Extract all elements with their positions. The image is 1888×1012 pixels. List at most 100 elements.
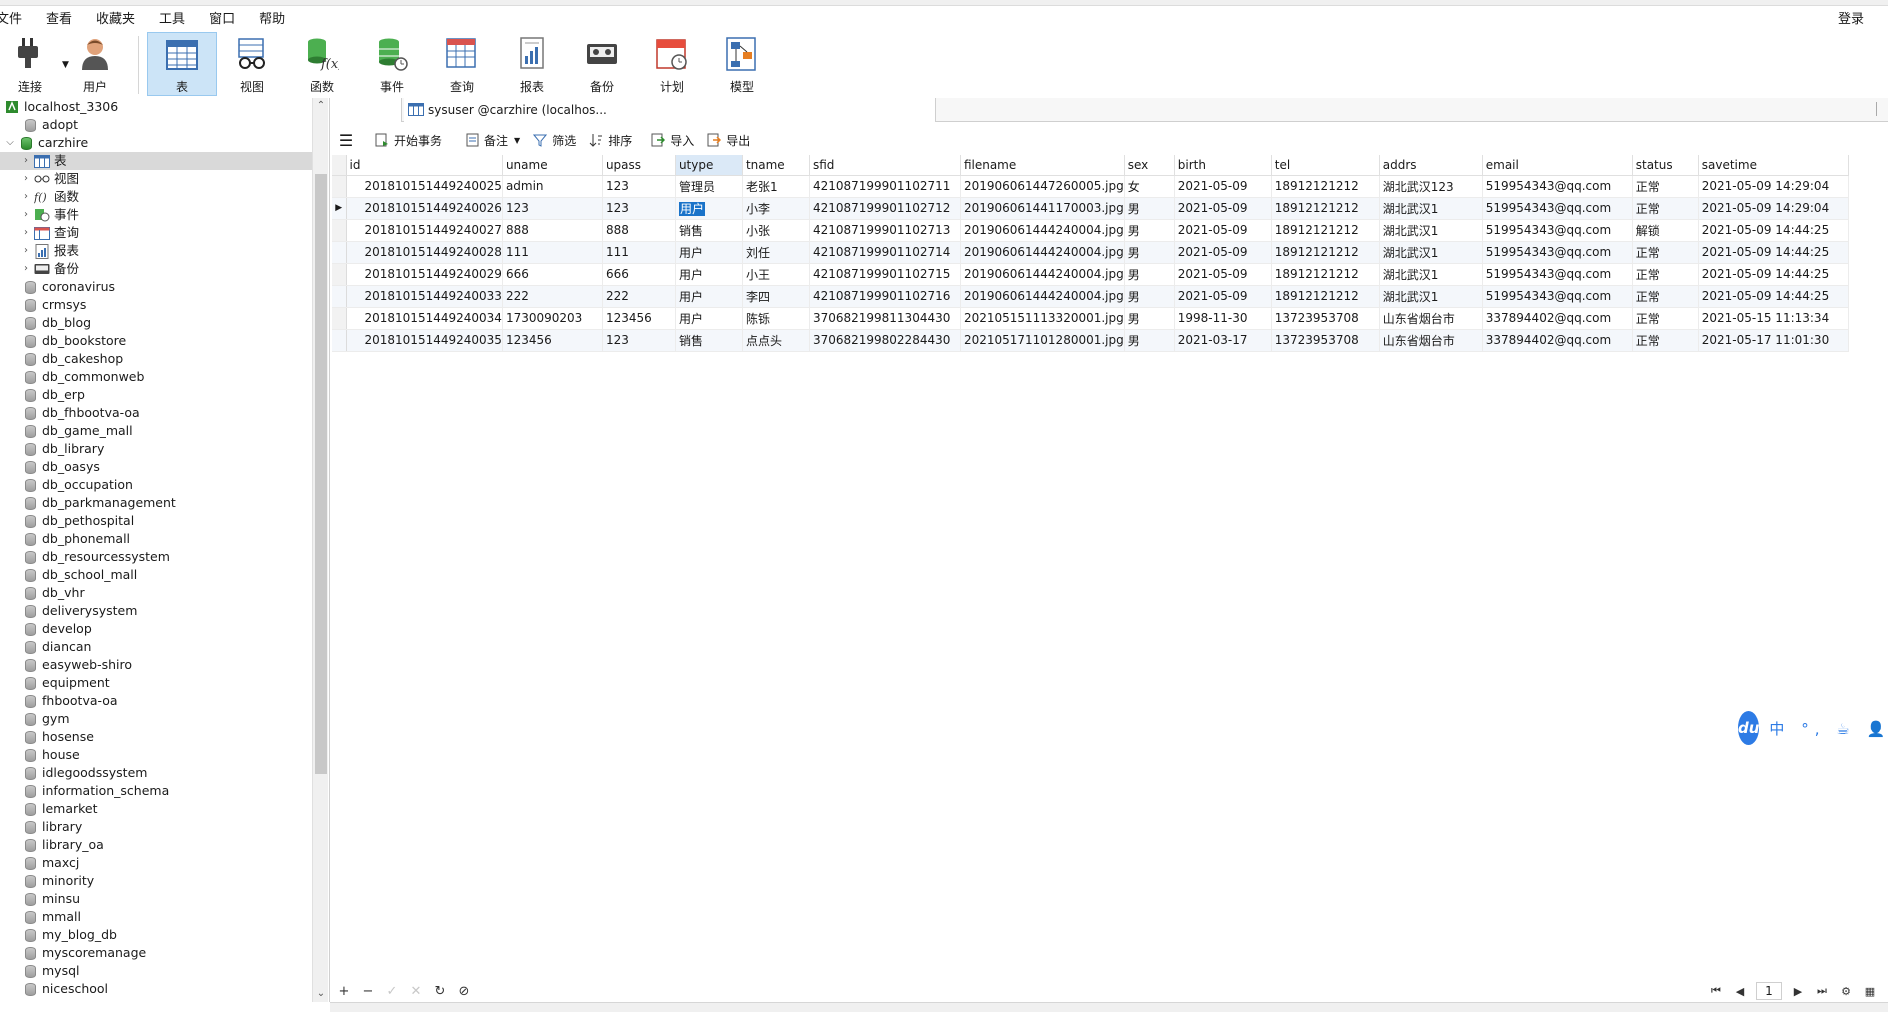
stop-button[interactable]: ⊘ <box>452 984 476 999</box>
table-row[interactable]: 201810151449240033 222 222 用户 李四 421087199901… <box>332 285 1849 308</box>
cell-email[interactable]: 519954343@qq.com <box>1482 241 1633 264</box>
column-header-uname[interactable]: uname <box>502 155 603 176</box>
event-button[interactable]: 事件 <box>357 32 427 96</box>
cell-filename[interactable]: 201906061441170003.jpg <box>960 197 1125 220</box>
expand-chevron-icon[interactable]: › <box>20 242 32 260</box>
expand-chevron-icon[interactable]: › <box>20 170 32 188</box>
tree-node-views[interactable]: › 视图 <box>20 170 79 188</box>
cell-sex[interactable]: 男 <box>1124 219 1175 242</box>
cell-tname[interactable]: 李四 <box>742 285 810 308</box>
cell-savetime[interactable]: 2021-05-09 14:44:25 <box>1698 219 1849 242</box>
tree-db-adopt[interactable]: adopt <box>22 116 78 134</box>
tree-db-item[interactable]: minsu <box>22 890 80 908</box>
cell-utype[interactable]: 用户 <box>675 197 743 220</box>
sidebar-scrollbar[interactable]: ⌃ ⌄ <box>312 98 328 1002</box>
cell-addrs[interactable]: 湖北武汉1 <box>1379 219 1483 242</box>
tree-db-item[interactable]: db_cakeshop <box>22 350 123 368</box>
grid-view-icon[interactable]: ▦ <box>1858 985 1882 998</box>
tree-db-item[interactable]: db_bookstore <box>22 332 126 350</box>
cell-utype[interactable]: 销售 <box>675 329 743 352</box>
cell-status[interactable]: 正常 <box>1632 241 1699 264</box>
cell-upass[interactable]: 666 <box>602 263 676 286</box>
cell-sfid[interactable]: 421087199901102712 <box>809 197 961 220</box>
cell-upass[interactable]: 123456 <box>602 307 676 330</box>
cell-email[interactable]: 519954343@qq.com <box>1482 285 1633 308</box>
tree-db-item[interactable]: db_school_mall <box>22 566 137 584</box>
column-header-id[interactable]: id <box>346 155 503 176</box>
tree-node-queries[interactable]: › 查询 <box>20 224 79 242</box>
cell-id[interactable]: 201810151449240033 <box>346 285 503 308</box>
query-button[interactable]: 查询 <box>427 32 497 96</box>
tree-node-events[interactable]: › 事件 <box>20 206 79 224</box>
tree-db-item[interactable]: diancan <box>22 638 91 656</box>
tree-node-tables[interactable]: › 表 <box>0 152 312 170</box>
cell-sex[interactable]: 女 <box>1124 175 1175 198</box>
tree-db-item[interactable]: equipment <box>22 674 110 692</box>
note-button[interactable]: 备注 ▼ <box>458 129 526 151</box>
cell-upass[interactable]: 123 <box>602 175 676 198</box>
table-row[interactable]: 201810151449240028 111 111 用户 刘任 421087199901… <box>332 241 1849 264</box>
tree-db-item[interactable]: lemarket <box>22 800 98 818</box>
import-button[interactable]: 导入 <box>644 129 700 151</box>
refresh-button[interactable]: ↻ <box>428 984 452 999</box>
column-header-filename[interactable]: filename <box>960 155 1125 176</box>
cell-id[interactable]: 201810151449240025 <box>346 175 503 198</box>
first-page-icon[interactable]: ⏮ <box>1704 984 1728 998</box>
cell-uname[interactable]: 123456 <box>502 329 603 352</box>
tree-db-item[interactable]: db_occupation <box>22 476 133 494</box>
tree-db-item[interactable]: hosense <box>22 728 94 746</box>
ime-status-text[interactable]: 中 °, ☕ 👤 <box>1769 718 1888 739</box>
cell-addrs[interactable]: 湖北武汉1 <box>1379 263 1483 286</box>
cell-savetime[interactable]: 2021-05-09 14:44:25 <box>1698 241 1849 264</box>
cell-sfid[interactable]: 370682199802284430 <box>809 329 961 352</box>
tree-db-item[interactable]: maxcj <box>22 854 79 872</box>
cell-tel[interactable]: 18912121212 <box>1271 197 1380 220</box>
tree-connection[interactable]: localhost_3306 <box>4 98 118 116</box>
column-header-sex[interactable]: sex <box>1124 155 1175 176</box>
discard-changes-button[interactable]: ✕ <box>404 984 428 999</box>
tree-db-item[interactable]: idlegoodssystem <box>22 764 147 782</box>
tree-db-item[interactable]: db_phonemall <box>22 530 130 548</box>
tree-node-functions[interactable]: › f() 函数 <box>20 188 79 206</box>
column-header-status[interactable]: status <box>1632 155 1699 176</box>
cell-sex[interactable]: 男 <box>1124 329 1175 352</box>
model-button[interactable]: 模型 <box>707 32 777 96</box>
user-button[interactable]: 用户 <box>60 32 130 96</box>
cell-tel[interactable]: 18912121212 <box>1271 241 1380 264</box>
table-button[interactable]: 表 <box>147 32 217 96</box>
cell-id[interactable]: 201810151449240034 <box>346 307 503 330</box>
row-indicator[interactable] <box>332 285 347 308</box>
cell-email[interactable]: 519954343@qq.com <box>1482 263 1633 286</box>
cell-birth[interactable]: 2021-05-09 <box>1174 263 1272 286</box>
cell-tname[interactable]: 小王 <box>742 263 810 286</box>
expand-chevron-icon[interactable]: › <box>20 260 32 278</box>
cell-addrs[interactable]: 山东省烟台市 <box>1379 329 1483 352</box>
cell-tel[interactable]: 18912121212 <box>1271 219 1380 242</box>
tree-db-item[interactable]: db_vhr <box>22 584 85 602</box>
cell-sfid[interactable]: 370682199811304430 <box>809 307 961 330</box>
tree-db-carzhire[interactable]: ⌵ carzhire <box>4 134 88 152</box>
cell-tel[interactable]: 18912121212 <box>1271 285 1380 308</box>
cell-addrs[interactable]: 湖北武汉1 <box>1379 241 1483 264</box>
menu-file[interactable]: 文件 <box>0 8 34 32</box>
cell-birth[interactable]: 2021-05-09 <box>1174 285 1272 308</box>
cell-addrs[interactable]: 湖北武汉123 <box>1379 175 1483 198</box>
tree-db-item[interactable]: easyweb-shiro <box>22 656 132 674</box>
cell-utype[interactable]: 用户 <box>675 263 743 286</box>
tree-db-item[interactable]: mmall <box>22 908 81 926</box>
cell-savetime[interactable]: 2021-05-09 14:44:25 <box>1698 285 1849 308</box>
tree-db-item[interactable]: house <box>22 746 80 764</box>
scrollbar-thumb[interactable] <box>315 174 327 774</box>
cell-status[interactable]: 正常 <box>1632 329 1699 352</box>
cell-uname[interactable]: 888 <box>502 219 603 242</box>
scroll-up-arrow-icon[interactable]: ⌃ <box>315 100 327 112</box>
cell-tname[interactable]: 老张1 <box>742 175 810 198</box>
cell-status[interactable]: 解锁 <box>1632 219 1699 242</box>
cell-filename[interactable]: 201906061444240004.jpg <box>960 285 1125 308</box>
tree-node-backups[interactable]: › 备份 <box>20 260 79 278</box>
cell-upass[interactable]: 888 <box>602 219 676 242</box>
next-page-icon[interactable]: ▶ <box>1786 985 1810 998</box>
tree-node-reports[interactable]: › 报表 <box>20 242 79 260</box>
row-indicator[interactable] <box>332 307 347 330</box>
tree-db-item[interactable]: db_erp <box>22 386 85 404</box>
